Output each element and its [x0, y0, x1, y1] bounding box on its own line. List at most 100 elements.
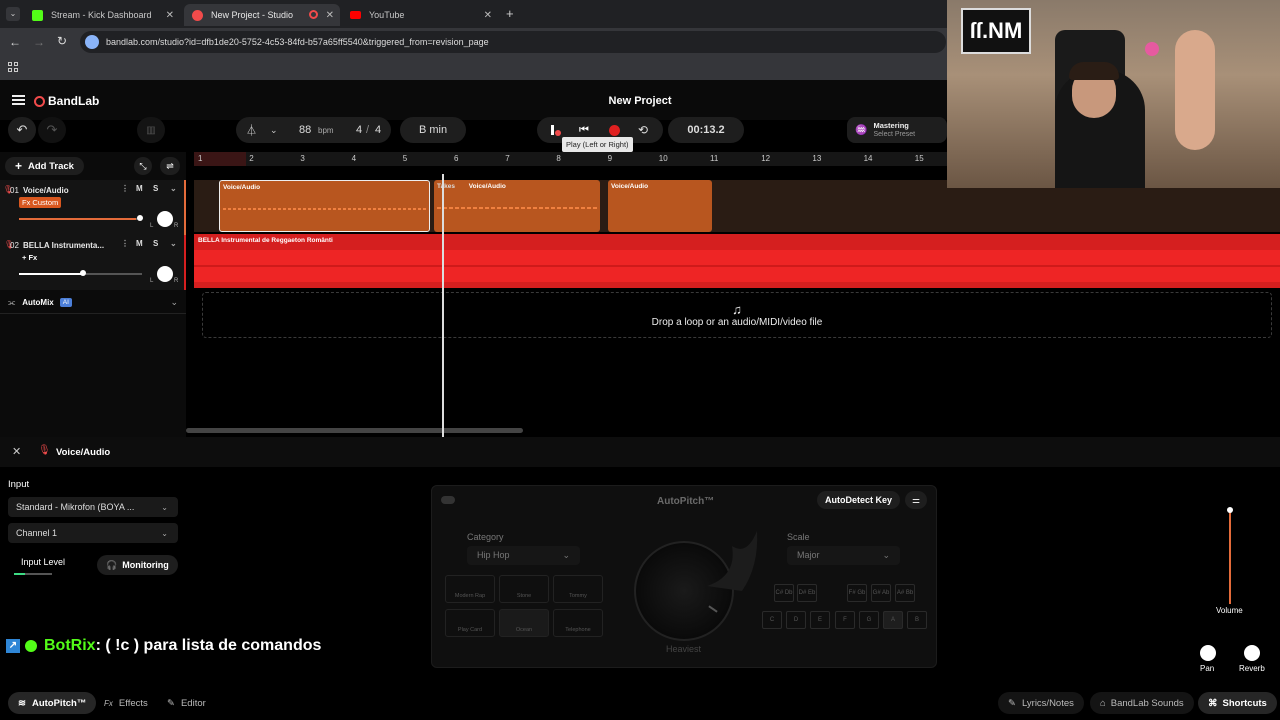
redo-button[interactable]: ↷	[38, 117, 66, 143]
style-tommy[interactable]: Tommy	[553, 575, 603, 603]
volume-handle[interactable]	[80, 270, 86, 276]
pan-knob[interactable]	[157, 266, 173, 282]
add-fx-button[interactable]: + Fx	[19, 252, 40, 263]
sliders-settings-icon[interactable]: ⚌	[905, 491, 927, 509]
tab-youtube[interactable]: YouTube ✕	[342, 4, 498, 26]
style-telephone[interactable]: Telephone	[553, 609, 603, 637]
voice-clip[interactable]: Voice/Audio	[219, 180, 430, 232]
channel-select[interactable]: Channel 1 ⌄	[8, 523, 178, 543]
piano-keys-button[interactable]: ▥	[137, 117, 165, 143]
horizontal-scrollbar[interactable]	[186, 428, 523, 433]
url-field[interactable]: bandlab.com/studio?id=dfb1de20-5752-4c53…	[80, 31, 946, 53]
category-select[interactable]: Hip Hop ⌄	[467, 546, 580, 565]
automation-icon[interactable]: ⤡	[134, 157, 152, 175]
undo-button[interactable]: ↶	[8, 117, 36, 143]
volume-fader-handle[interactable]	[1227, 507, 1233, 513]
voice-clip-takes[interactable]: Takes Voice/Audio	[434, 180, 600, 232]
chevron-down-icon[interactable]: ⌄	[270, 125, 278, 136]
monitoring-button[interactable]: 🎧 Monitoring	[97, 555, 178, 575]
close-icon[interactable]: ✕	[484, 10, 492, 21]
key-c-sharp[interactable]: C# Db	[774, 584, 794, 602]
key-d[interactable]: D	[786, 611, 806, 629]
pan-knob[interactable]	[157, 211, 173, 227]
key-c[interactable]: C	[762, 611, 782, 629]
back-arrow-icon[interactable]: ←	[9, 35, 21, 49]
mastering-button[interactable]: ♒ Mastering Select Preset	[847, 117, 947, 143]
track-header-voice[interactable]: 🎙 01 Voice/Audio Fx Custom ⋮ M S ⌄ L R	[0, 180, 186, 235]
site-info-icon[interactable]	[85, 35, 99, 49]
key-b[interactable]: B	[907, 611, 927, 629]
autopitch-toggle[interactable]	[441, 496, 455, 504]
bandlab-logo[interactable]: BandLab	[34, 94, 99, 108]
tab-autopitch[interactable]: ≋ AutoPitch™	[8, 692, 97, 714]
tab-kick-dashboard[interactable]: Stream - Kick Dashboard ✕	[24, 4, 180, 26]
style-modern-rap[interactable]: Modern Rap	[445, 575, 495, 603]
key-g[interactable]: G	[859, 611, 879, 629]
bandlab-sounds-button[interactable]: ⌂ BandLab Sounds	[1090, 692, 1194, 714]
autodetect-key-button[interactable]: AutoDetect Key	[817, 491, 901, 509]
metronome-icon[interactable]: ⏃	[246, 122, 257, 138]
track-name[interactable]: Voice/Audio	[23, 186, 69, 195]
style-stone[interactable]: Stone	[499, 575, 549, 603]
tab-editor[interactable]: ✎ Editor	[157, 692, 216, 714]
chevron-down-icon[interactable]: ⌄	[170, 297, 178, 308]
track-settings-icon[interactable]: ⇌	[160, 157, 180, 175]
key-a[interactable]: A	[883, 611, 903, 629]
scale-select[interactable]: Major ⌄	[787, 546, 900, 565]
forward-arrow-icon[interactable]: →	[33, 35, 45, 49]
voice-clip-3[interactable]: Voice/Audio	[608, 180, 712, 232]
chevron-down-icon[interactable]: ⌄	[170, 239, 177, 248]
tab-effects[interactable]: Fx Effects	[94, 692, 158, 714]
more-dots-icon[interactable]: ⋮	[121, 184, 129, 193]
track-lane-instrumental[interactable]: BELLA Instrumental de Reggaeton Românti	[194, 234, 1280, 288]
key-d-sharp[interactable]: D# Eb	[797, 584, 817, 602]
volume-slider[interactable]	[19, 215, 143, 221]
more-dots-icon[interactable]: ⋮	[121, 239, 129, 248]
bpm-value[interactable]: 88	[299, 124, 311, 136]
record-icon[interactable]	[609, 124, 620, 136]
loop-icon[interactable]: ⟲	[638, 123, 648, 137]
chevron-down-icon[interactable]: ⌄	[170, 184, 177, 193]
automix-row[interactable]: ⫘ AutoMix AI ⌄	[0, 292, 186, 314]
volume-slider[interactable]	[19, 270, 142, 276]
pan-knob[interactable]	[1200, 645, 1216, 661]
lyrics-notes-button[interactable]: ✎ Lyrics/Notes	[998, 692, 1084, 714]
mute-button[interactable]: M	[136, 184, 143, 193]
playhead[interactable]	[442, 174, 444, 437]
drop-zone[interactable]: ♫ Drop a loop or an audio/MIDI/video fil…	[202, 292, 1272, 338]
reverb-knob[interactable]	[1244, 645, 1260, 661]
tab-bandlab-studio[interactable]: New Project - Studio ✕	[184, 4, 340, 26]
track-name[interactable]: BELLA Instrumenta...	[23, 241, 104, 250]
new-tab-plus-icon[interactable]: +	[506, 6, 514, 21]
solo-button[interactable]: S	[153, 184, 158, 193]
track-header-instrumental[interactable]: 🎙 02 BELLA Instrumenta... + Fx ⋮ M S ⌄ L…	[0, 235, 186, 290]
style-ocean[interactable]: Ocean	[499, 609, 549, 637]
reload-icon[interactable]: ↻	[57, 34, 67, 48]
timeline-ruler[interactable]: 1 2 3 4 5 6 7 8 9 10 11 12 13 14 15	[194, 152, 947, 166]
skip-back-icon[interactable]: ⏮	[579, 124, 589, 137]
menu-hamburger-icon[interactable]	[12, 95, 25, 105]
key-f[interactable]: F	[835, 611, 855, 629]
style-play-card[interactable]: Play Card	[445, 609, 495, 637]
add-track-button[interactable]: + Add Track	[5, 157, 84, 175]
tab-search-button[interactable]: ⌄	[6, 7, 20, 21]
fx-badge[interactable]: Fx Custom	[19, 197, 62, 208]
close-icon[interactable]: ✕	[166, 10, 174, 21]
play-icon[interactable]	[551, 125, 554, 135]
time-sig-den[interactable]: 4	[375, 124, 381, 136]
mute-button[interactable]: M	[136, 239, 143, 248]
shortcuts-button[interactable]: ⌘ Shortcuts	[1198, 692, 1277, 714]
solo-button[interactable]: S	[153, 239, 158, 248]
volume-fader-track[interactable]	[1229, 508, 1231, 604]
key-a-sharp[interactable]: A# Bb	[895, 584, 915, 602]
key-e[interactable]: E	[810, 611, 830, 629]
key-button[interactable]: B min	[400, 117, 466, 143]
key-f-sharp[interactable]: F# Gb	[847, 584, 867, 602]
close-icon[interactable]: ✕	[326, 10, 334, 21]
time-sig-num[interactable]: 4	[356, 124, 362, 136]
apps-grid-icon[interactable]	[8, 62, 18, 72]
close-icon[interactable]: ✕	[12, 445, 21, 458]
input-device-select[interactable]: Standard - Mikrofon (BOYA ... ⌄	[8, 497, 178, 517]
volume-handle[interactable]	[137, 215, 143, 221]
key-g-sharp[interactable]: G# Ab	[871, 584, 891, 602]
